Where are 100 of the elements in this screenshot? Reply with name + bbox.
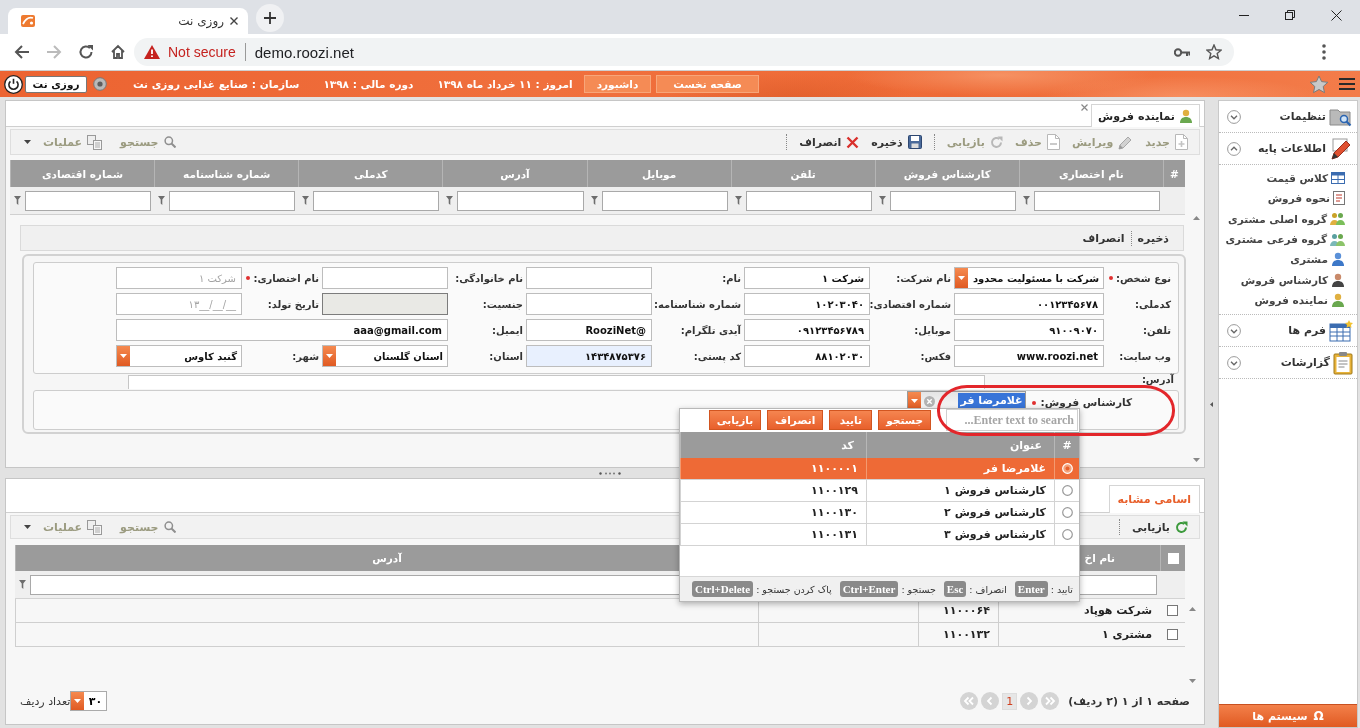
home-icon[interactable] bbox=[110, 44, 126, 60]
filter-icon[interactable] bbox=[734, 196, 742, 205]
back-icon[interactable] bbox=[14, 44, 30, 60]
sidebar-section[interactable]: فرم ها bbox=[1288, 324, 1326, 338]
row-checkbox[interactable] bbox=[1167, 605, 1178, 616]
text-field[interactable]: ۱۴۳۴۸۷۵۳۷۶ bbox=[526, 345, 652, 367]
text-field[interactable]: ۱۰۲۰۳۰۴۰ bbox=[744, 293, 870, 315]
sidebar-item[interactable]: نماینده فروش bbox=[1254, 293, 1328, 306]
filter-icon[interactable] bbox=[446, 196, 454, 205]
text-field[interactable]: ۰۹۱۲۳۴۵۶۷۸۹ bbox=[744, 319, 870, 341]
minimize-icon[interactable] bbox=[1239, 14, 1249, 16]
menu-icon[interactable] bbox=[1339, 77, 1355, 91]
text-field[interactable]: ۸۸۱۰۲۰۳۰ bbox=[744, 345, 870, 367]
filter-icon[interactable] bbox=[878, 196, 886, 205]
star-icon[interactable] bbox=[1206, 44, 1222, 60]
page-number[interactable]: 1 bbox=[1002, 692, 1018, 710]
lookup-row[interactable]: کارشناس فروش ۱ ۱۱۰۰۱۲۹ bbox=[680, 480, 1079, 502]
radio-icon[interactable] bbox=[1061, 485, 1073, 496]
text-field[interactable]: ۹۱۰۰۹۰۷۰ bbox=[954, 319, 1104, 341]
filter-field[interactable] bbox=[601, 190, 728, 211]
close-icon[interactable] bbox=[1331, 9, 1342, 21]
table-cell: کارشناس فروش ۳ bbox=[944, 528, 1046, 541]
chevron-down-icon[interactable] bbox=[1227, 109, 1241, 124]
filter-icon[interactable] bbox=[1022, 196, 1030, 205]
form-action-button[interactable]: انصراف bbox=[1076, 231, 1131, 245]
chevron-up-icon[interactable] bbox=[1227, 141, 1241, 156]
filter-icon[interactable] bbox=[302, 196, 310, 205]
filter-field[interactable] bbox=[457, 190, 584, 211]
radio-icon[interactable] bbox=[1061, 507, 1073, 518]
filter-field[interactable] bbox=[745, 190, 872, 211]
close-icon[interactable] bbox=[230, 17, 238, 25]
text-field[interactable]: ۰۰۱۲۳۴۵۶۷۸ bbox=[954, 293, 1104, 315]
filter-field[interactable] bbox=[313, 190, 440, 211]
text-field[interactable]: RooziNet@ bbox=[526, 319, 652, 341]
caret-down-icon[interactable] bbox=[1193, 458, 1200, 462]
radio-icon[interactable] bbox=[1061, 529, 1073, 540]
filter-icon[interactable] bbox=[590, 196, 598, 205]
text-field[interactable] bbox=[526, 267, 652, 289]
grip-icon[interactable] bbox=[599, 471, 621, 475]
filter-field[interactable] bbox=[25, 190, 152, 211]
cancel-button[interactable]: انصراف bbox=[793, 131, 866, 153]
filter-icon[interactable] bbox=[19, 580, 26, 589]
chevron-down-icon[interactable] bbox=[1227, 355, 1241, 370]
text-field[interactable]: www.roozi.net bbox=[954, 345, 1104, 367]
row-checkbox[interactable] bbox=[1167, 629, 1178, 640]
lookup-row[interactable]: کارشناس فروش ۳ ۱۱۰۰۱۳۱ bbox=[680, 524, 1079, 546]
dropdown-field[interactable]: گنبد کاوس bbox=[116, 345, 242, 367]
lookup-row[interactable]: کارشناس فروش ۲ ۱۱۰۰۱۳۰ bbox=[680, 502, 1079, 524]
dropdown-field[interactable]: شرکت با مسئولیت محدود bbox=[954, 267, 1104, 289]
caret-left-icon[interactable] bbox=[1210, 401, 1213, 407]
sidebar-item[interactable]: گروه فرعی مشتری bbox=[1225, 233, 1327, 246]
sidebar-item[interactable]: کارشناس فروش bbox=[1240, 273, 1328, 286]
security-label[interactable]: Not secure bbox=[168, 44, 236, 60]
filter-field[interactable] bbox=[1033, 190, 1160, 211]
filter-field[interactable] bbox=[889, 190, 1016, 211]
text-field[interactable] bbox=[322, 267, 448, 289]
more-icon[interactable] bbox=[1322, 44, 1326, 60]
caret-up-icon[interactable] bbox=[1189, 607, 1196, 611]
field-label: تاریخ تولد: bbox=[267, 298, 319, 310]
filter-icon[interactable] bbox=[158, 196, 166, 205]
address-field[interactable] bbox=[128, 375, 985, 389]
sidebar-item[interactable]: مشتری bbox=[1290, 253, 1328, 266]
dropdown-button[interactable] bbox=[323, 346, 336, 366]
sidebar-item[interactable]: گروه اصلی مشتری bbox=[1228, 212, 1327, 225]
dropdown-button[interactable] bbox=[71, 692, 85, 710]
url-text[interactable]: demo.roozi.net bbox=[254, 43, 354, 61]
power-icon[interactable] bbox=[4, 74, 23, 94]
text-field[interactable]: شرکت ۱ bbox=[744, 267, 870, 289]
text-field[interactable] bbox=[526, 293, 652, 315]
user-button[interactable]: روزی نت bbox=[25, 75, 87, 93]
star-icon[interactable] bbox=[1309, 74, 1329, 94]
dot-circle-icon[interactable] bbox=[93, 77, 107, 91]
forward-icon[interactable] bbox=[46, 44, 62, 60]
caret-up-icon[interactable] bbox=[1193, 216, 1200, 220]
sidebar-section[interactable]: تنظیمات bbox=[1279, 110, 1326, 123]
caret-down-icon[interactable] bbox=[1189, 679, 1196, 683]
dropdown-button[interactable] bbox=[955, 268, 968, 288]
select-all-checkbox[interactable] bbox=[1167, 552, 1179, 564]
reload-icon[interactable] bbox=[78, 44, 94, 60]
restore-window-icon[interactable] bbox=[1285, 10, 1295, 20]
dropdown-field[interactable]: استان گلستان bbox=[322, 345, 448, 367]
clear-icon[interactable] bbox=[923, 395, 935, 407]
rows-per-page-dropdown[interactable]: ۳۰ bbox=[70, 691, 108, 711]
text-field[interactable]: aaa@gmail.com bbox=[116, 319, 448, 341]
sidebar-section[interactable]: اطلاعات پایه bbox=[1257, 142, 1326, 155]
key-icon[interactable] bbox=[1174, 47, 1190, 57]
sidebar-item[interactable]: نحوه فروش bbox=[1267, 192, 1330, 205]
filter-field[interactable] bbox=[169, 190, 296, 211]
filter-icon[interactable] bbox=[14, 196, 21, 205]
chevron-down-icon[interactable] bbox=[1227, 323, 1241, 338]
restore-button[interactable]: بازیابی bbox=[1125, 516, 1194, 538]
sidebar-item[interactable]: کلاس قیمت bbox=[1266, 172, 1328, 185]
new-tab-icon[interactable] bbox=[256, 4, 284, 32]
sidebar-section[interactable]: گزارشات bbox=[1280, 356, 1330, 370]
browser-tab[interactable]: روزی نت bbox=[8, 8, 248, 34]
save-button[interactable]: ذخیره bbox=[865, 131, 928, 153]
address-bar[interactable]: Not secure demo.roozi.net bbox=[134, 38, 1234, 66]
form-action-button[interactable]: ذخیره bbox=[1131, 231, 1175, 245]
page-tab[interactable]: نماینده فروش bbox=[1091, 104, 1200, 127]
dropdown-button[interactable] bbox=[117, 346, 130, 366]
